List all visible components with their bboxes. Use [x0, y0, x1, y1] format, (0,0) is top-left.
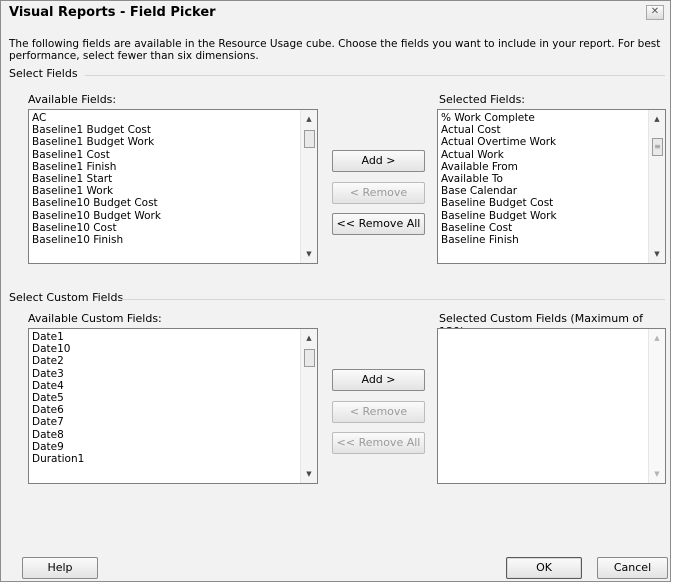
- list-item[interactable]: Baseline Cost: [441, 222, 665, 234]
- list-item[interactable]: Baseline10 Budget Work: [32, 210, 317, 222]
- cancel-button[interactable]: Cancel: [597, 557, 668, 579]
- scroll-thumb[interactable]: [304, 349, 315, 367]
- list-item[interactable]: Date4: [32, 380, 317, 392]
- list-item[interactable]: Baseline1 Budget Work: [32, 136, 317, 148]
- list-item[interactable]: Date7: [32, 416, 317, 428]
- available-custom-fields-scrollbar[interactable]: ▲ ▼: [300, 329, 317, 483]
- available-custom-fields-list[interactable]: Date1 Date10 Date2 Date3 Date4 Date5 Date6 Date…: [28, 328, 318, 484]
- dialog-title: Visual Reports - Field Picker: [9, 5, 216, 20]
- grip-icon: ≡: [654, 142, 661, 151]
- list-item[interactable]: Baseline10 Finish: [32, 234, 317, 246]
- available-custom-fields-label: Available Custom Fields:: [28, 312, 162, 325]
- title-bar: Visual Reports - Field Picker ✕: [1, 1, 670, 25]
- list-item[interactable]: Baseline1 Work: [32, 185, 317, 197]
- list-item[interactable]: Baseline Finish: [441, 234, 665, 246]
- list-item[interactable]: Baseline Budget Cost: [441, 197, 665, 209]
- list-item[interactable]: Date5: [32, 392, 317, 404]
- field-picker-dialog: Visual Reports - Field Picker ✕ The foll…: [0, 0, 671, 582]
- list-item[interactable]: AC: [32, 112, 317, 124]
- available-fields-list[interactable]: AC Baseline1 Budget Cost Baseline1 Budget …: [28, 109, 318, 264]
- add-custom-field-button[interactable]: Add >: [332, 369, 425, 391]
- list-item[interactable]: Available To: [441, 173, 665, 185]
- list-item[interactable]: Baseline Budget Work: [441, 210, 665, 222]
- description-text: The following fields are available in th…: [9, 38, 661, 62]
- scroll-down-icon[interactable]: ▼: [301, 247, 317, 261]
- scroll-down-icon[interactable]: ▼: [649, 247, 665, 261]
- scroll-up-icon[interactable]: ▲: [301, 112, 317, 126]
- selected-fields-list[interactable]: % Work Complete Actual Cost Actual Overtim…: [437, 109, 666, 264]
- custom-fields-group-label: Select Custom Fields: [9, 291, 124, 304]
- group-divider: [85, 75, 665, 76]
- select-fields-group-label: Select Fields: [9, 67, 78, 80]
- add-field-button[interactable]: Add >: [332, 150, 425, 172]
- scroll-thumb[interactable]: ≡: [652, 138, 663, 156]
- list-item[interactable]: Baseline1 Finish: [32, 161, 317, 173]
- scroll-up-icon: ▲: [654, 334, 660, 342]
- list-item[interactable]: Actual Cost: [441, 124, 665, 136]
- list-item[interactable]: Baseline10 Budget Cost: [32, 197, 317, 209]
- list-item[interactable]: Baseline1 Cost: [32, 149, 317, 161]
- remove-all-custom-fields-button[interactable]: << Remove All: [332, 432, 425, 454]
- list-item[interactable]: % Work Complete: [441, 112, 665, 124]
- list-item[interactable]: Date1: [32, 331, 317, 343]
- remove-field-button[interactable]: < Remove: [332, 182, 425, 204]
- list-item[interactable]: Date10: [32, 343, 317, 355]
- list-item[interactable]: Date9: [32, 441, 317, 453]
- close-icon[interactable]: ✕: [646, 5, 664, 20]
- list-item[interactable]: Baseline1 Budget Cost: [32, 124, 317, 136]
- scroll-down-icon: ▼: [654, 470, 660, 478]
- list-item[interactable]: Date8: [32, 429, 317, 441]
- selected-fields-label: Selected Fields:: [439, 93, 526, 106]
- list-item[interactable]: Baseline10 Cost: [32, 222, 317, 234]
- available-fields-label: Available Fields:: [28, 93, 117, 106]
- selected-fields-scrollbar[interactable]: ▲ ≡ ▼: [648, 110, 665, 263]
- scroll-down-icon[interactable]: ▼: [301, 467, 317, 481]
- list-item[interactable]: Actual Overtime Work: [441, 136, 665, 148]
- list-item[interactable]: Available From: [441, 161, 665, 173]
- help-button[interactable]: Help: [22, 557, 98, 579]
- list-item[interactable]: Base Calendar: [441, 185, 665, 197]
- list-item[interactable]: Date6: [32, 404, 317, 416]
- group-divider: [121, 299, 665, 300]
- available-fields-scrollbar[interactable]: ▲ ▼: [300, 110, 317, 263]
- remove-custom-field-button[interactable]: < Remove: [332, 401, 425, 423]
- scroll-thumb[interactable]: [304, 130, 315, 148]
- ok-button[interactable]: OK: [506, 557, 582, 579]
- selected-custom-fields-scrollbar[interactable]: ▲ ▼: [648, 329, 665, 483]
- scroll-up-icon[interactable]: ▲: [649, 112, 665, 126]
- scroll-up-icon[interactable]: ▲: [301, 331, 317, 345]
- list-item[interactable]: Baseline1 Start: [32, 173, 317, 185]
- list-item[interactable]: Date3: [32, 368, 317, 380]
- selected-custom-fields-list[interactable]: ▲ ▼: [437, 328, 666, 484]
- remove-all-fields-button[interactable]: << Remove All: [332, 213, 425, 235]
- list-item[interactable]: Actual Work: [441, 149, 665, 161]
- list-item[interactable]: Date2: [32, 355, 317, 367]
- list-item[interactable]: Duration1: [32, 453, 317, 465]
